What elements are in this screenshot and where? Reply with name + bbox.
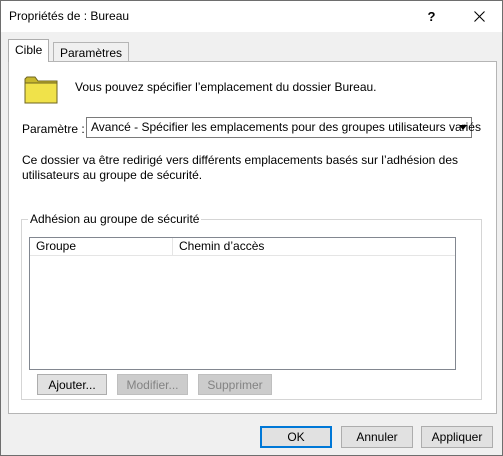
list-header: Groupe Chemin d’accès (30, 238, 455, 256)
tab-target[interactable]: Cible (8, 39, 50, 62)
column-header-group[interactable]: Groupe (30, 238, 173, 255)
column-header-path[interactable]: Chemin d’accès (173, 238, 455, 255)
cancel-button[interactable]: Annuler (341, 426, 413, 448)
security-group-label: Adhésion au groupe de sécurité (30, 212, 200, 226)
add-button[interactable]: Ajouter... (37, 374, 107, 395)
title-bar: Propriétés de : Bureau ? (1, 1, 502, 32)
modify-button[interactable]: Modifier... (117, 374, 188, 395)
setting-select-value: Avancé - Spécifier les emplacements pour… (91, 120, 481, 134)
close-button[interactable] (457, 1, 502, 32)
tab-settings[interactable]: Paramètres (53, 42, 130, 63)
apply-button[interactable]: Appliquer (421, 426, 493, 448)
setting-select[interactable]: Avancé - Spécifier les emplacements pour… (86, 117, 481, 138)
delete-button[interactable]: Supprimer (198, 374, 272, 395)
group-path-list[interactable]: Groupe Chemin d’accès (29, 237, 456, 370)
chevron-down-icon (455, 118, 471, 137)
intro-text: Vous pouvez spécifier l’emplacement du d… (75, 80, 377, 94)
help-button[interactable]: ? (409, 1, 454, 32)
window-title: Propriétés de : Bureau (9, 9, 130, 23)
ok-button[interactable]: OK (260, 426, 332, 448)
redirect-description: Ce dossier va être redirigé vers différe… (22, 153, 458, 182)
properties-dialog: Propriétés de : Bureau ? Cible Paramètre… (0, 0, 503, 456)
close-icon (474, 11, 485, 22)
setting-label: Paramètre : (22, 122, 85, 136)
folder-icon (24, 76, 58, 104)
